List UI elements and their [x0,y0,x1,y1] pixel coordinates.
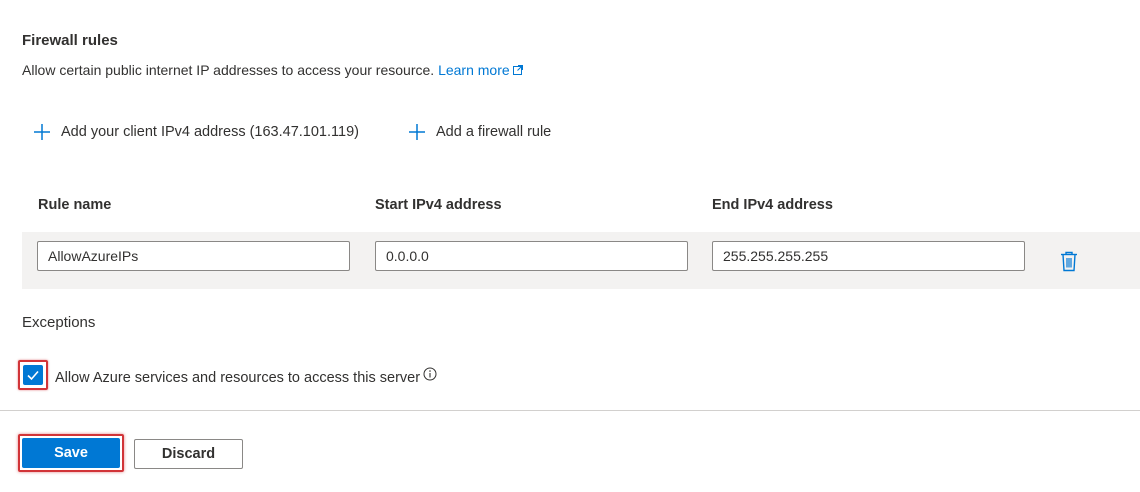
add-firewall-rule-button[interactable]: Add a firewall rule [407,120,551,144]
checkmark-icon [27,370,39,381]
column-header-start-ip: Start IPv4 address [375,197,502,213]
plus-icon [34,124,50,140]
firewall-rules-title: Firewall rules [22,32,118,49]
allow-azure-services-checkbox[interactable] [23,365,43,385]
exceptions-title: Exceptions [22,314,96,331]
add-client-ip-button[interactable]: Add your client IPv4 address (163.47.101… [32,120,359,144]
start-ip-input[interactable] [375,241,688,271]
firewall-description-text: Allow certain public internet IP address… [22,62,435,78]
save-highlight: Save [18,434,124,472]
learn-more-link[interactable]: Learn more [438,62,524,78]
discard-button[interactable]: Discard [134,439,243,469]
rule-name-input[interactable] [37,241,350,271]
plus-icon [409,124,425,140]
allow-azure-services-text: Allow Azure services and resources to ac… [55,370,421,386]
add-client-ip-label: Add your client IPv4 address (163.47.101… [61,124,359,140]
column-header-rule-name: Rule name [38,197,112,213]
end-ip-input[interactable] [712,241,1025,271]
checkbox-highlight [18,360,48,390]
info-icon[interactable] [423,367,437,381]
firewall-description: Allow certain public internet IP address… [22,62,524,78]
external-link-icon [512,65,523,75]
allow-azure-services-label: Allow Azure services and resources to ac… [55,367,437,386]
footer-divider [0,410,1140,411]
save-button[interactable]: Save [22,438,120,468]
add-firewall-rule-label: Add a firewall rule [436,124,552,140]
delete-trash-icon[interactable] [1059,250,1079,272]
column-header-end-ip: End IPv4 address [712,197,833,213]
